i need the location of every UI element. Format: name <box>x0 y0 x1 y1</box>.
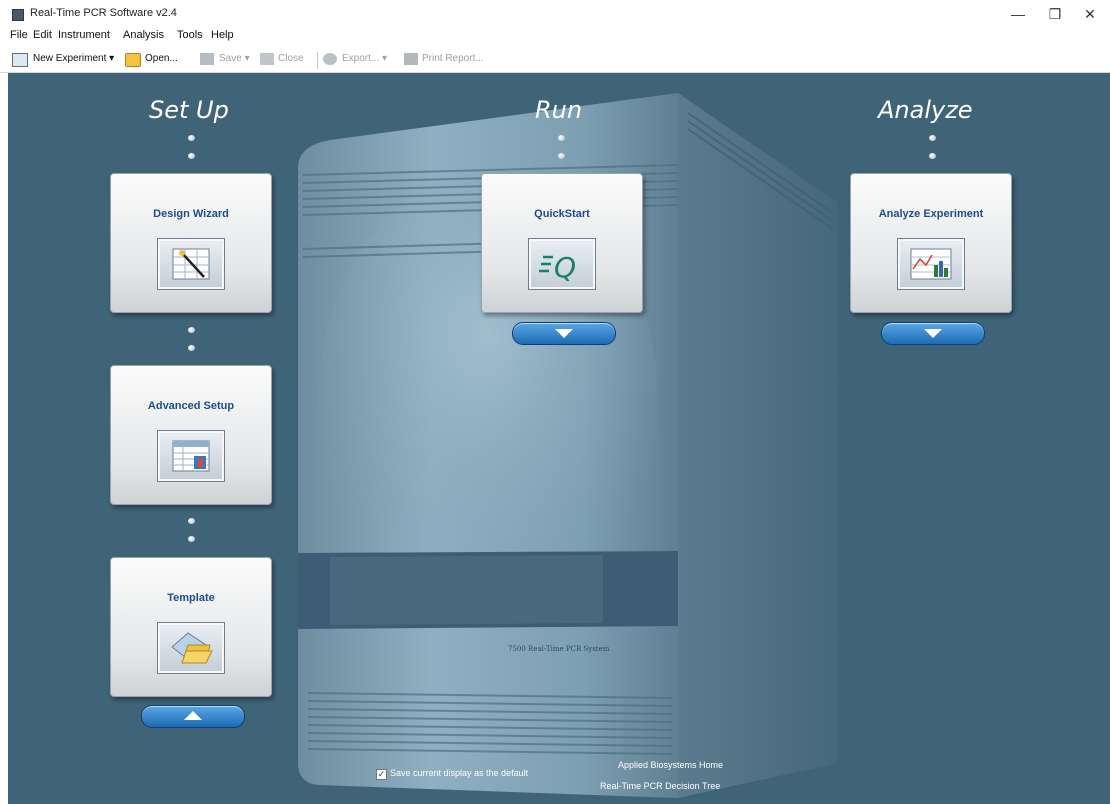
connector-dot <box>188 135 195 141</box>
menu-help[interactable]: Help <box>211 29 234 41</box>
design-wizard-tile[interactable]: Design Wizard <box>110 173 272 313</box>
new-experiment-icon <box>12 53 28 67</box>
open-folder-icon <box>125 53 141 67</box>
print-icon <box>404 53 418 65</box>
instrument-front-label: 7500 Real-Time PCR System <box>508 645 610 653</box>
menu-bar: File Edit Instrument Analysis Tools Help <box>0 26 1110 46</box>
window-title: Real-Time PCR Software v2.4 <box>30 7 177 19</box>
toolbar: New Experiment ▾ Open... Save ▾ Close Ex… <box>0 48 1110 73</box>
save-button[interactable]: Save ▾ <box>219 53 250 64</box>
template-label: Template <box>167 592 215 604</box>
advanced-setup-tile[interactable]: Advanced Setup <box>110 365 272 505</box>
chevron-down-icon <box>555 329 573 338</box>
quickstart-icon: Q <box>528 238 596 290</box>
save-default-checkbox[interactable]: ✓ <box>376 769 387 780</box>
template-tile[interactable]: Template <box>110 557 272 697</box>
decision-tree-link[interactable]: Real-Time PCR Decision Tree <box>600 781 720 791</box>
connector-dot <box>188 153 195 159</box>
connector-dot <box>188 536 195 542</box>
app-icon <box>12 9 24 21</box>
title-bar: Real-Time PCR Software v2.4 — ❐ ✕ <box>0 0 1110 28</box>
analyze-experiment-label: Analyze Experiment <box>878 208 984 220</box>
advanced-setup-icon <box>157 430 225 482</box>
connector-dot <box>558 135 565 141</box>
toolbar-separator <box>317 52 318 69</box>
menu-instrument[interactable]: Instrument <box>58 29 110 41</box>
open-button[interactable]: Open... <box>145 53 178 64</box>
analyze-chart-icon <box>897 238 965 290</box>
quickstart-tile[interactable]: QuickStart Q <box>481 173 643 313</box>
advanced-setup-label: Advanced Setup <box>147 400 235 412</box>
design-wizard-icon <box>157 238 225 290</box>
connector-dot <box>188 345 195 351</box>
analyze-heading: Analyze <box>878 96 973 124</box>
chevron-up-icon <box>184 711 202 720</box>
maximize-button[interactable]: ❐ <box>1040 4 1070 24</box>
save-icon <box>200 53 214 65</box>
quickstart-label: QuickStart <box>534 208 590 220</box>
chevron-down-icon <box>924 329 942 338</box>
print-report-button[interactable]: Print Report... <box>422 53 484 64</box>
new-experiment-label: New Experiment <box>33 53 107 64</box>
close-button[interactable]: ✕ <box>1075 4 1105 24</box>
save-label: Save <box>219 53 242 64</box>
export-label: Export... <box>342 53 380 64</box>
connector-dot <box>558 153 565 159</box>
connector-dot <box>188 327 195 333</box>
setup-collapse-button[interactable] <box>141 705 245 728</box>
menu-file[interactable]: File <box>10 29 28 41</box>
minimize-button[interactable]: — <box>1003 4 1033 24</box>
menu-analysis[interactable]: Analysis <box>123 29 164 41</box>
connector-dot <box>929 135 936 141</box>
connector-dot <box>188 518 195 524</box>
new-experiment-button[interactable]: New Experiment ▾ <box>33 53 114 64</box>
menu-tools[interactable]: Tools <box>177 29 203 41</box>
close-experiment-icon <box>260 53 274 65</box>
export-icon <box>323 53 337 65</box>
close-experiment-button[interactable]: Close <box>278 53 304 64</box>
setup-heading: Set Up <box>149 96 229 124</box>
run-expand-button[interactable] <box>512 322 616 345</box>
export-button[interactable]: Export... ▾ <box>342 53 387 64</box>
menu-edit[interactable]: Edit <box>33 29 52 41</box>
run-heading: Run <box>535 96 583 124</box>
analyze-expand-button[interactable] <box>881 322 985 345</box>
design-wizard-label: Design Wizard <box>153 208 229 220</box>
analyze-experiment-tile[interactable]: Analyze Experiment <box>850 173 1012 313</box>
applied-biosystems-home-link[interactable]: Applied Biosystems Home <box>618 760 723 770</box>
svg-text:Q: Q <box>554 251 576 284</box>
save-default-label: Save current display as the default <box>390 768 529 778</box>
template-folder-icon <box>157 622 225 674</box>
connector-dot <box>929 153 936 159</box>
home-screen: 7500 Real-Time PCR System Set Up Run Ana… <box>8 73 1110 804</box>
